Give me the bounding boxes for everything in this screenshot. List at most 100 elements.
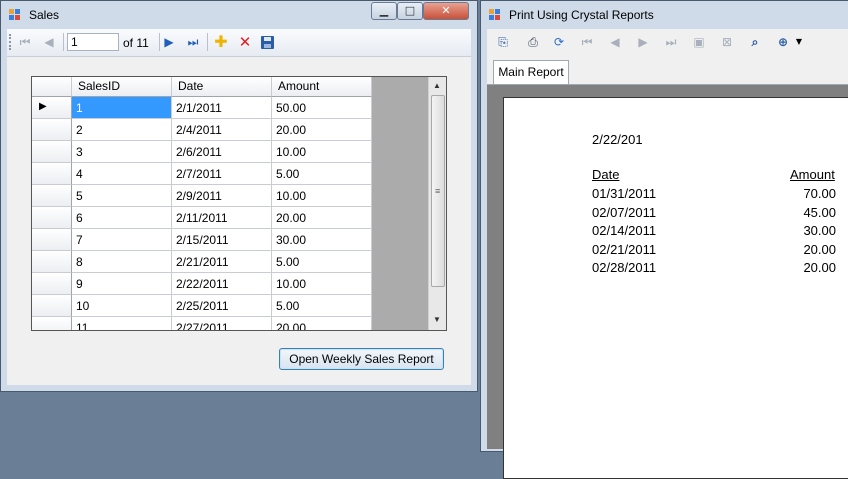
grid-cell[interactable]: 20.00 [272,207,372,229]
grid-cell[interactable]: 20.00 [272,317,372,330]
report-canvas[interactable]: 2/22/201 Date Amount 01/31/2011 70.00 02/0… [487,85,848,479]
export-report-icon[interactable]: ⎘ [493,32,513,52]
grid-cell[interactable]: 20.00 [272,119,372,141]
sales-window: Sales ▁ □ ✕ ⏮ ◀ 1 of 11 ▶ ⏭ ✚ ✕ SalesID … [0,0,478,392]
report-row-amount: 20.00 [803,241,836,257]
delete-icon[interactable]: ✕ [235,32,255,52]
report-row-amount: 45.00 [803,204,836,220]
row-header[interactable] [32,317,72,330]
grid-cell[interactable]: 3 [72,141,172,163]
grid-cell[interactable]: 5.00 [272,251,372,273]
sales-data-grid[interactable]: SalesID Date Amount ▶ 1 2/1/2011 50.00 2 2/4/… [31,76,447,331]
save-icon[interactable] [261,36,274,49]
grid-cell[interactable]: 2 [72,119,172,141]
grid-cell[interactable]: 2/1/2011 [172,97,272,119]
grid-cell[interactable]: 30.00 [272,229,372,251]
grid-cell[interactable]: 7 [72,229,172,251]
grid-cell[interactable]: 10 [72,295,172,317]
grid-cell[interactable]: 2/22/2011 [172,273,272,295]
grip-handle[interactable] [9,34,14,50]
column-header-date[interactable]: Date [172,77,272,97]
close-button[interactable]: ✕ [423,2,469,20]
grid-cell[interactable]: 2/11/2011 [172,207,272,229]
grid-cell[interactable]: 2/21/2011 [172,251,272,273]
grid-cell[interactable]: 11 [72,317,172,330]
grid-cell[interactable]: 5.00 [272,295,372,317]
grid-cell[interactable]: 2/6/2011 [172,141,272,163]
grid-cell[interactable]: 2/15/2011 [172,229,272,251]
grid-cell[interactable]: 8 [72,251,172,273]
refresh-icon[interactable]: ⟳ [549,32,569,52]
open-weekly-sales-report-button[interactable]: Open Weekly Sales Report [279,348,444,370]
go-to-page-icon[interactable]: ▣ [689,32,709,52]
report-row-date: 02/14/2011 [592,223,657,238]
row-header[interactable] [32,163,72,185]
row-header[interactable] [32,119,72,141]
scroll-down-icon[interactable]: ▼ [433,315,441,324]
grid-cell[interactable]: 10.00 [272,185,372,207]
grid-cell[interactable]: 50.00 [272,97,372,119]
last-record-icon[interactable]: ⏭ [183,32,203,52]
grid-corner-header [32,77,72,97]
row-header[interactable] [32,251,72,273]
report-row-amount: 30.00 [803,223,836,238]
grid-cell[interactable]: 2/9/2011 [172,185,272,207]
scroll-thumb[interactable]: ≡ [431,95,445,287]
current-row-indicator-icon: ▶ [39,101,47,112]
grid-vertical-scrollbar[interactable]: ▲ ≡ ▼ [428,77,446,330]
report-column-header-date: Date [592,167,620,182]
grid-cell[interactable]: 10.00 [272,141,372,163]
grid-cell[interactable]: 10.00 [272,273,372,295]
stop-loading-icon[interactable]: ⊠ [717,32,737,52]
row-header[interactable] [32,185,72,207]
scroll-up-icon[interactable]: ▲ [433,81,441,90]
report-titlebar[interactable]: Print Using Crystal Reports [481,1,848,29]
record-count-label: of 11 [123,36,149,50]
column-header-amount[interactable]: Amount [272,77,372,97]
report-row-date: 02/28/2011 [592,260,657,275]
grid-cell[interactable]: 4 [72,163,172,185]
grid-cell[interactable]: 2/27/2011 [172,317,272,330]
find-text-icon[interactable]: ⌕ [745,32,765,52]
first-record-icon[interactable]: ⏮ [15,32,35,52]
report-page: 2/22/201 Date Amount 01/31/2011 70.00 02/0… [503,97,848,479]
column-header-salesid[interactable]: SalesID [72,77,172,97]
grid-cell[interactable]: 2/4/2011 [172,119,272,141]
grid-cell[interactable]: 2/7/2011 [172,163,272,185]
toolbar-separator [207,33,208,51]
last-page-icon[interactable]: ⏭ [661,32,681,52]
report-print-date: 2/22/201 [592,132,643,147]
report-row-date: 02/21/2011 [592,241,657,257]
row-header[interactable] [32,229,72,251]
app-icon [489,9,501,20]
row-header[interactable] [32,207,72,229]
grid-cell[interactable]: 5.00 [272,163,372,185]
print-report-icon[interactable]: ⎙ [523,32,543,52]
first-page-icon[interactable]: ⏮ [577,32,597,52]
maximize-button[interactable]: □ [397,2,423,20]
sales-titlebar[interactable]: Sales ▁ □ ✕ [1,1,477,29]
previous-record-icon[interactable]: ◀ [39,32,59,52]
grid-cell[interactable]: 5 [72,185,172,207]
zoom-dropdown-chevron-down-icon[interactable]: ▼ [789,32,809,52]
grid-cell[interactable]: 1 [72,97,172,119]
add-icon[interactable]: ✚ [211,32,231,52]
tab-main-report[interactable]: Main Report [493,60,569,84]
row-header[interactable] [32,141,72,163]
previous-page-icon[interactable]: ◀ [605,32,625,52]
position-input[interactable]: 1 [67,33,119,51]
app-icon [9,9,21,20]
grid-cell[interactable]: 9 [72,273,172,295]
row-header[interactable]: ▶ [32,97,72,119]
report-row-date: 01/31/2011 [592,186,657,201]
minimize-button[interactable]: ▁ [371,2,397,20]
next-record-icon[interactable]: ▶ [159,32,179,52]
report-row-date: 02/07/2011 [592,204,657,220]
grid-cell[interactable]: 6 [72,207,172,229]
grid-cell[interactable]: 2/25/2011 [172,295,272,317]
next-page-icon[interactable]: ▶ [633,32,653,52]
report-row-amount: 70.00 [803,186,836,201]
row-header[interactable] [32,295,72,317]
report-row-amount: 20.00 [803,260,836,275]
row-header[interactable] [32,273,72,295]
